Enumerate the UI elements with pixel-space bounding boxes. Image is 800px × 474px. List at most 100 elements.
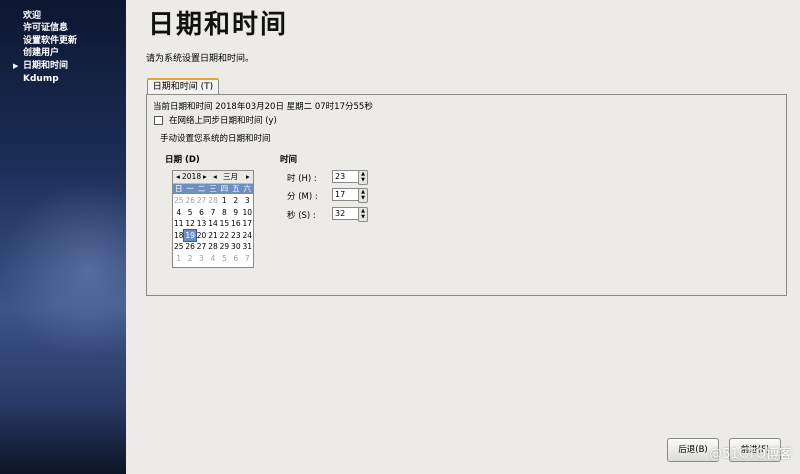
weekday-label: 一: [186, 184, 194, 193]
second-spin-arrows-icon[interactable]: ▲ ▼: [358, 207, 368, 222]
second-spinner[interactable]: 32 ▲ ▼: [332, 207, 368, 222]
calendar-day[interactable]: 2: [184, 253, 195, 265]
calendar-day[interactable]: 10: [242, 207, 253, 219]
next-year-icon[interactable]: ▸: [203, 171, 207, 183]
page-title: 日期和时间: [148, 10, 289, 40]
calendar-day[interactable]: 27: [196, 195, 207, 207]
hour-spinner[interactable]: 23 ▲ ▼: [332, 170, 368, 185]
main-content: 日期和时间 请为系统设置日期和时间。 日期和时间 (T) 当前日期和时间 201…: [126, 0, 800, 474]
weekday-label: 三: [209, 184, 217, 193]
calendar-day[interactable]: 12: [184, 218, 195, 230]
calendar-day[interactable]: 14: [207, 218, 218, 230]
calendar-day[interactable]: 1: [219, 195, 230, 207]
calendar-day[interactable]: 16: [230, 218, 241, 230]
calendar-day[interactable]: 29: [219, 241, 230, 253]
datetime-panel: 当前日期和时间 2018年03月20日 星期二 07时17分55秒 在网络上同步…: [146, 94, 787, 296]
calendar-day[interactable]: 23: [230, 230, 241, 242]
calendar-day[interactable]: 27: [196, 241, 207, 253]
calendar-day[interactable]: 3: [242, 195, 253, 207]
tab-accent: [147, 78, 219, 80]
calendar-day[interactable]: 3: [196, 253, 207, 265]
ntp-sync-checkbox[interactable]: [154, 115, 163, 125]
calendar-week-row: 25 26 27 28 1 2 3: [173, 195, 253, 207]
calendar-week-row: 4 5 6 7 8 9 10: [173, 207, 253, 219]
calendar-day[interactable]: 4: [207, 253, 218, 265]
calendar-day[interactable]: 7: [207, 207, 218, 219]
weekday-label: 二: [197, 184, 206, 193]
minute-label: 分 (M) :: [287, 192, 318, 202]
calendar-day[interactable]: 22: [219, 230, 230, 242]
calendar-weekday-row: 日一二三四五六: [173, 184, 253, 194]
calendar: ◂ 2018 ▸ ◂ 三月 ▸ 日一二三四五六 25 26 27 28 1 2 3 4 5 6 7 8…: [172, 170, 254, 268]
weekday-label: 六: [243, 184, 251, 193]
calendar-header: ◂ 2018 ▸ ◂ 三月 ▸: [173, 171, 253, 184]
sidebar-item-license: 许可证信息: [23, 23, 69, 33]
sidebar-item-updates: 设置软件更新: [23, 36, 78, 46]
calendar-day[interactable]: 26: [184, 241, 195, 253]
watermark: @51CTO博客: [709, 447, 792, 462]
calendar-day[interactable]: 19: [183, 228, 197, 243]
sidebar-item-datetime: 日期和时间: [23, 61, 69, 71]
prev-year-icon[interactable]: ◂: [176, 171, 180, 183]
date-section-label: 日期 (D): [165, 155, 200, 165]
calendar-day[interactable]: 9: [230, 207, 241, 219]
calendar-day[interactable]: 26: [184, 195, 195, 207]
sidebar: 欢迎 许可证信息 设置软件更新 创建用户 ▶ 日期和时间 Kdump: [0, 0, 126, 474]
calendar-day[interactable]: 15: [219, 218, 230, 230]
calendar-day[interactable]: 25: [173, 195, 184, 207]
calendar-day[interactable]: 13: [196, 218, 207, 230]
tab-label: 日期和时间 (T): [152, 82, 214, 92]
calendar-day[interactable]: 24: [242, 230, 253, 242]
ntp-sync-checkbox-row[interactable]: 在网络上同步日期和时间 (y): [154, 114, 277, 126]
second-input[interactable]: 32: [332, 207, 360, 220]
calendar-day[interactable]: 6: [196, 207, 207, 219]
calendar-day[interactable]: 7: [242, 253, 253, 265]
calendar-day[interactable]: 28: [207, 195, 218, 207]
prev-month-icon[interactable]: ◂: [213, 171, 217, 183]
page-prompt: 请为系统设置日期和时间。: [146, 54, 255, 64]
sidebar-item-welcome: 欢迎: [23, 11, 42, 21]
weekday-label: 五: [232, 184, 240, 193]
manual-frame-label: 手动设置您系统的日期和时间: [158, 132, 273, 144]
calendar-day[interactable]: 25: [173, 241, 184, 253]
hour-spin-arrows-icon[interactable]: ▲ ▼: [358, 170, 368, 185]
calendar-day[interactable]: 18: [173, 230, 184, 242]
weekday-label: 四: [220, 184, 229, 193]
minute-spinner[interactable]: 17 ▲ ▼: [332, 188, 368, 203]
calendar-year: 2018: [182, 172, 202, 181]
calendar-day[interactable]: 30: [230, 241, 241, 253]
calendar-day[interactable]: 5: [184, 207, 195, 219]
minute-input[interactable]: 17: [332, 188, 360, 201]
calendar-day[interactable]: 28: [207, 241, 218, 253]
time-section-label: 时间: [280, 155, 298, 165]
calendar-day[interactable]: 20: [196, 230, 207, 242]
calendar-day[interactable]: 4: [173, 207, 184, 219]
second-label: 秒 (S) :: [287, 211, 316, 221]
calendar-week-row: 18 19 20 21 22 23 24: [173, 228, 253, 243]
calendar-day[interactable]: 6: [230, 253, 241, 265]
calendar-day[interactable]: 21: [207, 230, 218, 242]
minute-spin-arrows-icon[interactable]: ▲ ▼: [358, 188, 368, 203]
hour-input[interactable]: 23: [332, 170, 360, 183]
sidebar-item-kdump: Kdump: [23, 74, 59, 84]
calendar-day[interactable]: 8: [219, 207, 230, 219]
calendar-day[interactable]: 1: [173, 253, 184, 265]
calendar-week-row: 25 26 27 28 29 30 31: [173, 241, 253, 253]
sidebar-glow: [0, 180, 126, 360]
calendar-grid: 25 26 27 28 1 2 3 4 5 6 7 8 9 10 11 12 13 14 15 16 17 18 19 20 2…: [173, 195, 253, 265]
calendar-day[interactable]: 17: [242, 218, 253, 230]
weekday-label: 日: [174, 184, 183, 193]
calendar-week-row: 11 12 13 14 15 16 17: [173, 218, 253, 230]
calendar-day[interactable]: 11: [173, 218, 184, 230]
calendar-day[interactable]: 2: [230, 195, 241, 207]
tab-datetime[interactable]: 日期和时间 (T): [147, 78, 219, 95]
next-month-icon[interactable]: ▸: [246, 171, 250, 183]
current-step-arrow-icon: ▶: [13, 62, 19, 70]
current-datetime-text: 当前日期和时间 2018年03月20日 星期二 07时17分55秒: [153, 102, 373, 112]
calendar-week-row: 1234567: [173, 253, 253, 265]
ntp-sync-label: 在网络上同步日期和时间 (y): [169, 116, 277, 126]
sidebar-item-create-user: 创建用户: [23, 48, 60, 58]
calendar-day[interactable]: 5: [219, 253, 230, 265]
calendar-day[interactable]: 31: [242, 241, 253, 253]
hour-label: 时 (H) :: [287, 174, 317, 184]
